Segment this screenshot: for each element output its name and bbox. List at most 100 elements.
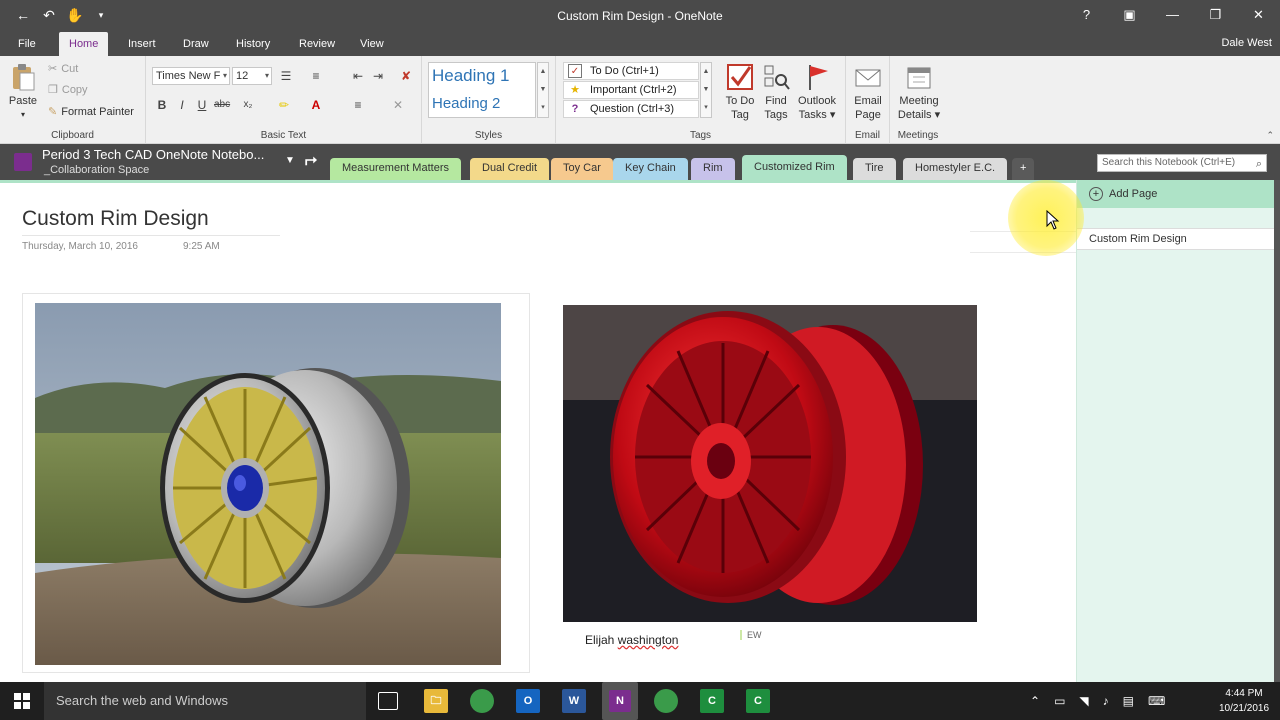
section-tab-customized-rim[interactable]: Customized Rim bbox=[742, 155, 847, 180]
user-name[interactable]: Dale West bbox=[1221, 37, 1272, 49]
font-size-box[interactable]: 12 ▾ bbox=[232, 67, 272, 85]
italic-icon[interactable]: I bbox=[174, 97, 190, 113]
tags-gallery-scroll[interactable]: ▲ ▼ ▾ bbox=[700, 62, 712, 118]
copy-button[interactable]: ❐ Copy bbox=[48, 83, 88, 97]
styles-gallery-scroll[interactable]: ▲ ▼ ▾ bbox=[537, 62, 549, 118]
meeting-details-button[interactable]: Meeting Details ▾ bbox=[894, 62, 944, 122]
tab-file[interactable]: File bbox=[8, 32, 46, 56]
meeting-details-label-2: Details ▾ bbox=[897, 109, 941, 121]
email-group-label: Email bbox=[854, 130, 880, 141]
outlook-icon[interactable]: O bbox=[516, 689, 540, 713]
outlook-tasks-label-1: Outlook bbox=[798, 95, 836, 107]
taskbar-search-input[interactable]: Search the web and Windows bbox=[44, 682, 366, 720]
email-page-button[interactable]: Email Page bbox=[850, 62, 886, 122]
restore-icon[interactable]: ❐ bbox=[1194, 0, 1237, 32]
find-tags-button[interactable]: Find Tags bbox=[758, 62, 794, 122]
font-size-dropdown-icon[interactable]: ▾ bbox=[265, 68, 269, 84]
notebook-search-input[interactable]: Search this Notebook (Ctrl+E) ⌕ bbox=[1097, 154, 1267, 172]
outlook-tasks-button[interactable]: Outlook Tasks ▾ bbox=[794, 62, 840, 122]
strikethrough-icon[interactable]: abc bbox=[214, 97, 230, 113]
author-initials: EW bbox=[740, 630, 762, 640]
add-section-button[interactable]: + bbox=[1012, 158, 1035, 180]
section-group-name[interactable]: _Collaboration Space bbox=[44, 164, 149, 176]
navigate-up-icon[interactable]: ⮣ bbox=[305, 151, 317, 168]
chrome-icon-2[interactable] bbox=[654, 689, 678, 713]
tab-history[interactable]: History bbox=[226, 32, 280, 56]
chrome-icon[interactable] bbox=[470, 689, 494, 713]
tag-question[interactable]: ? Question (Ctrl+3) bbox=[563, 100, 699, 118]
section-tab-tire[interactable]: Tire bbox=[853, 158, 896, 180]
section-tab-key-chain[interactable]: Key Chain bbox=[613, 158, 688, 180]
red-rim-image[interactable] bbox=[563, 305, 977, 622]
file-explorer-icon[interactable]: 🗀 bbox=[424, 689, 448, 713]
search-icon[interactable]: ⌕ bbox=[1256, 156, 1262, 172]
numbering-icon[interactable]: ≡ bbox=[308, 68, 324, 84]
todo-tag-button[interactable]: To Do Tag bbox=[720, 62, 760, 122]
ribbon-display-options-icon[interactable]: ▣ bbox=[1108, 0, 1151, 32]
paste-dropdown-icon[interactable]: ▾ bbox=[8, 108, 38, 122]
underline-icon[interactable]: U bbox=[194, 97, 210, 113]
onenote-taskbar-button[interactable]: N bbox=[602, 682, 638, 720]
delete-icon[interactable]: ✕ bbox=[390, 97, 406, 113]
section-tab-dual-credit[interactable]: Dual Credit bbox=[470, 158, 550, 180]
tab-review[interactable]: Review bbox=[289, 32, 345, 56]
windows-start-icon[interactable] bbox=[14, 693, 30, 709]
wifi-icon[interactable]: ◥ bbox=[1079, 694, 1088, 708]
tab-draw[interactable]: Draw bbox=[173, 32, 219, 56]
minimize-icon[interactable]: — bbox=[1151, 0, 1194, 32]
image-caption[interactable]: Elijah washington bbox=[585, 633, 678, 647]
format-painter-label: Format Painter bbox=[61, 105, 134, 118]
bullets-icon[interactable]: ☰ bbox=[278, 68, 294, 84]
notebook-dropdown-icon[interactable]: ▼ bbox=[285, 155, 295, 166]
font-name-box[interactable]: Times New F ▾ bbox=[152, 67, 230, 85]
yellow-rim-image[interactable] bbox=[35, 303, 501, 665]
tab-insert[interactable]: Insert bbox=[118, 32, 166, 56]
tag-important[interactable]: ★ Important (Ctrl+2) bbox=[563, 81, 699, 99]
style-heading-1[interactable]: Heading 1 bbox=[432, 66, 510, 86]
section-tab-rim[interactable]: Rim bbox=[691, 158, 735, 180]
font-name-dropdown-icon[interactable]: ▾ bbox=[223, 68, 227, 84]
bold-icon[interactable]: B bbox=[154, 97, 170, 113]
page-list-item[interactable]: Custom Rim Design bbox=[1077, 228, 1275, 250]
page-canvas[interactable]: Custom Rim Design Thursday, March 10, 20… bbox=[0, 180, 1076, 682]
section-tab-homestyler[interactable]: Homestyler E.C. bbox=[903, 158, 1008, 180]
increase-indent-icon[interactable]: ⇥ bbox=[370, 68, 386, 84]
add-page-button[interactable]: + Add Page bbox=[1077, 180, 1275, 208]
volume-icon[interactable]: ♪ bbox=[1103, 694, 1109, 708]
notebook-icon[interactable] bbox=[14, 153, 32, 171]
action-center-icon[interactable]: ▤ bbox=[1123, 694, 1134, 708]
keyboard-icon[interactable]: ⌨ bbox=[1148, 694, 1165, 708]
font-color-icon[interactable]: A bbox=[308, 97, 324, 113]
close-icon[interactable]: ✕ bbox=[1237, 0, 1280, 32]
subscript-icon[interactable]: x₂ bbox=[240, 97, 256, 113]
task-view-icon[interactable] bbox=[378, 692, 398, 710]
section-tab-measurement-matters[interactable]: Measurement Matters bbox=[330, 158, 461, 180]
vertical-scrollbar[interactable] bbox=[1274, 180, 1280, 682]
notebook-name[interactable]: Period 3 Tech CAD OneNote Notebo... bbox=[42, 147, 264, 162]
tag-todo[interactable]: ✓ To Do (Ctrl+1) bbox=[563, 62, 699, 80]
section-tab-toy-car[interactable]: Toy Car bbox=[551, 158, 613, 180]
page-title[interactable]: Custom Rim Design bbox=[22, 207, 209, 231]
clear-formatting-icon[interactable]: ✘ bbox=[398, 68, 414, 84]
word-icon[interactable]: W bbox=[562, 689, 586, 713]
battery-icon[interactable]: ▭ bbox=[1054, 694, 1065, 708]
decrease-indent-icon[interactable]: ⇤ bbox=[350, 68, 366, 84]
collapse-ribbon-icon[interactable]: ⌃ bbox=[1266, 130, 1274, 141]
basic-text-group-label: Basic Text bbox=[260, 130, 307, 141]
format-painter-button[interactable]: ✎ Format Painter bbox=[48, 105, 134, 119]
show-hidden-icons-icon[interactable]: ⌃ bbox=[1030, 694, 1040, 708]
tab-home[interactable]: Home bbox=[59, 32, 109, 56]
paste-button[interactable]: Paste ▾ bbox=[8, 62, 38, 122]
find-tags-icon bbox=[764, 65, 790, 90]
camtasia-icon[interactable]: C bbox=[700, 689, 724, 713]
taskbar-clock[interactable]: 4:44 PM 10/21/2016 bbox=[1212, 686, 1276, 716]
clock-date: 10/21/2016 bbox=[1218, 703, 1270, 714]
camtasia-recorder-icon[interactable]: C bbox=[746, 689, 770, 713]
style-heading-2[interactable]: Heading 2 bbox=[432, 95, 500, 112]
highlight-icon[interactable]: ✏ bbox=[276, 97, 292, 113]
paragraph-alignment-icon[interactable]: ≡ bbox=[350, 97, 366, 113]
tab-view[interactable]: View bbox=[350, 32, 394, 56]
cut-button[interactable]: ✂ Cut bbox=[48, 62, 78, 76]
clipboard-group-label: Clipboard bbox=[51, 130, 94, 141]
help-icon[interactable]: ? bbox=[1065, 0, 1108, 32]
